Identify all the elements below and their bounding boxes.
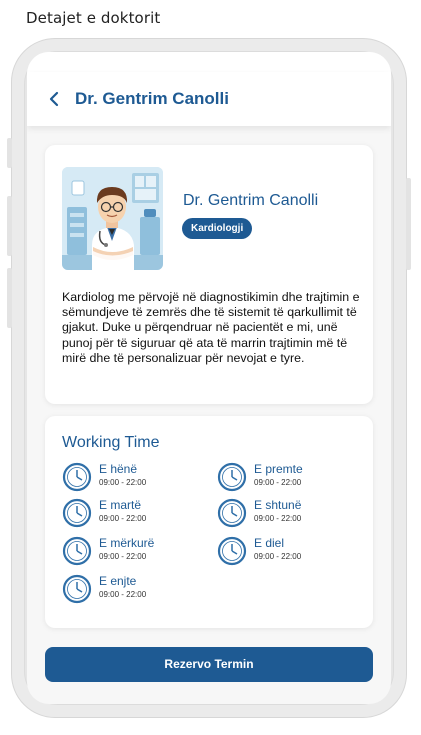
phone-side-button	[7, 268, 12, 328]
clock-icon	[62, 574, 92, 604]
working-day-item: E martë 09:00 - 22:00	[62, 498, 212, 530]
app-screen: Dr. Gentrim Canolli Dr. Gentrim Canolli …	[27, 52, 391, 704]
doctor-avatar	[62, 167, 163, 270]
phone-side-button	[7, 196, 12, 256]
doctor-name: Dr. Gentrim Canolli	[183, 192, 319, 209]
day-hours: 09:00 - 22:00	[99, 478, 147, 487]
phone-side-button	[406, 178, 411, 270]
clock-icon	[62, 462, 92, 492]
day-hours: 09:00 - 22:00	[99, 514, 147, 523]
working-day-item: E diel 09:00 - 22:00	[217, 536, 367, 568]
doctor-bio: Kardiolog me përvojë në diagnostikimin d…	[62, 290, 360, 365]
working-day-item: E hënë 09:00 - 22:00	[62, 462, 212, 494]
chevron-left-icon[interactable]	[47, 90, 61, 108]
working-day-item: E shtunë 09:00 - 22:00	[217, 498, 367, 530]
working-time-card: Working Time E hënë 09:00 - 22:00 E mart…	[45, 416, 373, 628]
day-name: E martë	[99, 498, 142, 512]
working-day-item: E enjte 09:00 - 22:00	[62, 574, 212, 606]
day-hours: 09:00 - 22:00	[99, 552, 147, 561]
clock-icon	[62, 536, 92, 566]
doctor-illustration	[62, 167, 163, 270]
working-time-title: Working Time	[62, 434, 160, 451]
day-name: E enjte	[99, 574, 137, 588]
clock-icon	[217, 536, 247, 566]
day-name: E diel	[254, 536, 285, 550]
day-hours: 09:00 - 22:00	[254, 552, 302, 561]
working-day-item: E mërkurë 09:00 - 22:00	[62, 536, 212, 568]
phone-side-button	[7, 138, 12, 168]
day-hours: 09:00 - 22:00	[99, 590, 147, 599]
app-header: Dr. Gentrim Canolli	[27, 72, 391, 126]
clock-icon	[62, 498, 92, 528]
clock-icon	[217, 498, 247, 528]
day-name: E shtunë	[254, 498, 302, 512]
specialty-badge: Kardiologji	[182, 218, 253, 239]
doctor-info-card: Dr. Gentrim Canolli Kardiologji Kardiolo…	[45, 145, 373, 404]
reserve-appointment-button[interactable]: Rezervo Termin	[45, 647, 373, 682]
day-name: E premte	[254, 462, 303, 476]
day-name: E hënë	[99, 462, 138, 476]
day-hours: 09:00 - 22:00	[254, 514, 302, 523]
day-hours: 09:00 - 22:00	[254, 478, 302, 487]
page-title: Dr. Gentrim Canolli	[75, 89, 229, 108]
clock-icon	[217, 462, 247, 492]
status-bar	[27, 52, 391, 72]
working-day-item: E premte 09:00 - 22:00	[217, 462, 367, 494]
page-caption: Detajet e doktorit	[26, 9, 161, 27]
day-name: E mërkurë	[99, 536, 155, 550]
